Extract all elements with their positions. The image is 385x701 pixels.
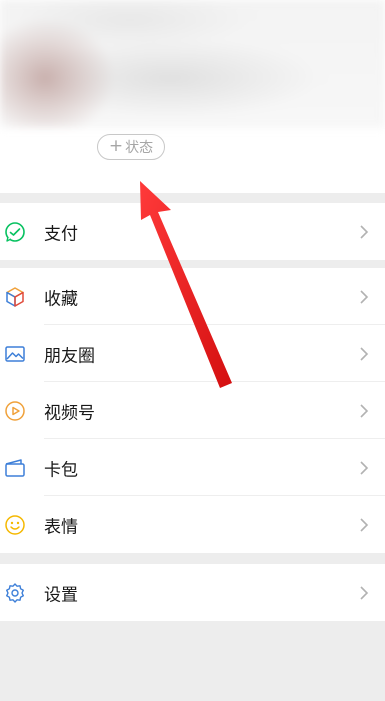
menu-item-moments[interactable]: 朋友圈: [0, 325, 385, 382]
menu-item-stickers[interactable]: 表情: [0, 496, 385, 553]
menu-item-cards[interactable]: 卡包: [0, 439, 385, 496]
chevron-right-icon: [360, 585, 369, 600]
chevron-right-icon: [360, 346, 369, 361]
menu-item-pay[interactable]: 支付: [0, 203, 385, 260]
status-button-label: 状态: [125, 140, 154, 156]
cube-icon: [4, 286, 26, 308]
settings-group: 设置: [0, 564, 385, 621]
pay-group: 支付: [0, 203, 385, 260]
chevron-right-icon: [360, 460, 369, 475]
menu-item-label: 朋友圈: [44, 346, 95, 366]
chevron-right-icon: [360, 517, 369, 532]
gear-icon: [4, 582, 26, 604]
chevron-right-icon: [360, 224, 369, 239]
blurred-profile-area: [0, 0, 385, 128]
plus-icon: +: [108, 136, 124, 156]
chevron-right-icon: [360, 403, 369, 418]
profile-header: + 状态: [0, 0, 385, 193]
menu-item-channels[interactable]: 视频号: [0, 382, 385, 439]
features-group: 收藏 朋友圈 视频号 卡包 表情: [0, 268, 385, 553]
menu-item-label: 表情: [44, 517, 78, 537]
picture-icon: [4, 343, 26, 365]
menu-item-label: 收藏: [44, 289, 78, 309]
menu-item-label: 支付: [44, 224, 78, 244]
smiley-icon: [4, 514, 26, 536]
menu-item-settings[interactable]: 设置: [0, 564, 385, 621]
wallet-icon: [4, 457, 26, 479]
menu-item-label: 视频号: [44, 403, 95, 423]
menu-item-label: 设置: [44, 585, 78, 605]
wechat-pay-icon: [4, 221, 26, 243]
add-status-button[interactable]: + 状态: [97, 134, 165, 160]
menu-item-label: 卡包: [44, 460, 78, 480]
play-circle-icon: [4, 400, 26, 422]
menu-item-favorites[interactable]: 收藏: [0, 268, 385, 325]
chevron-right-icon: [360, 289, 369, 304]
